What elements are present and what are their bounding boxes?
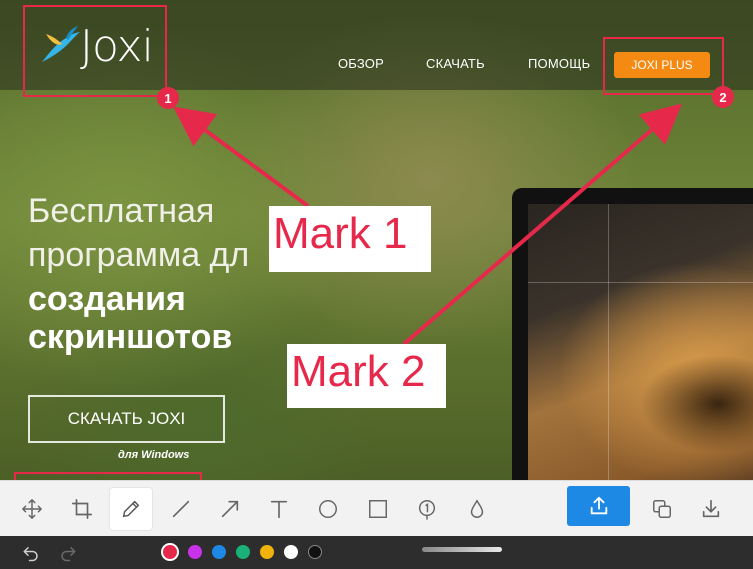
ellipse-icon — [319, 500, 337, 518]
color-swatch-white[interactable] — [284, 545, 298, 559]
save-button[interactable] — [690, 488, 732, 530]
blur-drop-icon — [470, 499, 484, 518]
hero-title-line-4: скриншотов — [28, 318, 233, 356]
crop-grid-line — [608, 204, 609, 480]
copy-icon — [653, 500, 671, 518]
rectangle-tool-button[interactable] — [357, 488, 399, 530]
blur-tool-button[interactable] — [456, 488, 498, 530]
color-swatch-purple[interactable] — [188, 545, 202, 559]
crop-grid-line — [528, 282, 753, 283]
color-swatch-yellow[interactable] — [260, 545, 274, 559]
monitor-illustration — [512, 188, 753, 480]
hero-title-line-1: Бесплатная — [28, 192, 215, 230]
redo-button[interactable] — [57, 542, 79, 564]
arrow-tool-button[interactable] — [209, 488, 251, 530]
download-joxi-button[interactable]: СКАЧАТЬ JOXI — [28, 395, 225, 443]
nav-download-link[interactable]: СКАЧАТЬ — [426, 56, 485, 71]
color-swatch-blue[interactable] — [212, 545, 226, 559]
annotation-rectangle-2[interactable] — [603, 37, 724, 95]
color-swatch-black[interactable] — [308, 545, 322, 559]
pencil-icon — [122, 500, 140, 518]
move-icon — [22, 499, 42, 519]
color-swatch-red[interactable] — [163, 545, 177, 559]
pencil-tool-button[interactable] — [110, 488, 152, 530]
annotation-rectangle-1[interactable] — [23, 5, 167, 97]
upload-icon — [590, 496, 607, 515]
save-download-icon — [702, 499, 720, 518]
hero-title-line-3: создания — [28, 280, 186, 318]
copy-button[interactable] — [641, 488, 683, 530]
rectangle-icon — [369, 500, 387, 518]
editor-toolbar — [0, 480, 753, 536]
arrow-icon — [221, 500, 239, 518]
ellipse-tool-button[interactable] — [307, 488, 349, 530]
undo-icon — [23, 547, 38, 562]
text-tool-button[interactable] — [258, 488, 300, 530]
screenshot-canvas[interactable]: Joxi ОБЗОР СКАЧАТЬ ПОМОЩЬ JOXI PLUS Бесп… — [0, 0, 753, 480]
number-icon — [418, 500, 436, 520]
annotation-text-mark-2[interactable]: Mark 2 — [287, 344, 446, 408]
annotation-rectangle-3[interactable] — [14, 472, 202, 480]
hero-title-line-2: программа дл — [28, 236, 250, 274]
number-tool-button[interactable] — [406, 488, 448, 530]
download-platform-note: для Windows — [118, 449, 190, 461]
nav-help-link[interactable]: ПОМОЩЬ — [528, 56, 590, 71]
crop-tool-button[interactable] — [61, 488, 103, 530]
crop-icon — [72, 499, 92, 519]
redo-icon — [61, 547, 76, 562]
stroke-width-slider[interactable] — [422, 547, 502, 552]
tiger-image — [528, 204, 753, 480]
upload-button[interactable] — [567, 486, 630, 526]
undo-button[interactable] — [20, 542, 42, 564]
annotation-text-mark-1[interactable]: Mark 1 — [269, 206, 431, 272]
bottom-bar — [0, 536, 753, 569]
annotation-number-badge-2[interactable]: 2 — [712, 86, 734, 108]
text-icon — [270, 500, 288, 519]
line-icon — [172, 500, 190, 518]
move-tool-button[interactable] — [11, 488, 53, 530]
nav-overview-link[interactable]: ОБЗОР — [338, 56, 384, 71]
line-tool-button[interactable] — [160, 488, 202, 530]
annotation-number-badge-1[interactable]: 1 — [157, 87, 179, 109]
color-swatch-green[interactable] — [236, 545, 250, 559]
